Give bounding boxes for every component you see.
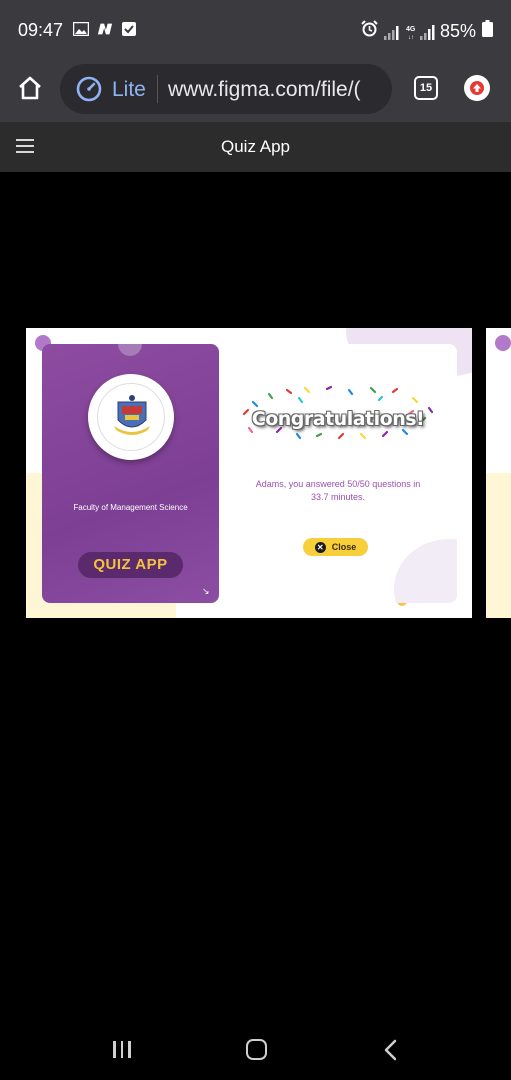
background-shape (486, 473, 511, 618)
figma-header: Quiz App (0, 122, 511, 172)
url-divider (157, 75, 158, 103)
svg-text:4G: 4G (406, 26, 416, 33)
status-time: 09:47 (18, 20, 64, 40)
crest-icon (114, 395, 150, 435)
4g-signal-icon: 4G ↓↑ (406, 24, 435, 41)
card-blob (394, 539, 457, 603)
browser-toolbar: Lite www.figma.com/file/( 15 (0, 58, 511, 122)
recents-button[interactable] (113, 1041, 131, 1058)
notification-icons (73, 21, 137, 37)
result-card: Congratulations! Adams, you answered 50/… (219, 344, 457, 603)
close-button[interactable]: ✕ Close (303, 538, 368, 556)
address-bar[interactable]: Lite www.figma.com/file/( (60, 64, 392, 114)
system-status-icons: 4G ↓↑ 85% (361, 20, 493, 42)
faculty-logo (88, 374, 174, 460)
home-button[interactable] (16, 74, 44, 102)
app-badge: QUIZ APP (78, 552, 183, 578)
status-bar: 09:47 4G ↓↑ 85% (0, 0, 511, 58)
close-icon: ✕ (314, 541, 326, 553)
faculty-name: Faculty of Management Science (73, 503, 188, 512)
congratulations-heading: Congratulations! (251, 408, 425, 430)
battery-icon (482, 20, 493, 42)
battery-level: 85% (439, 20, 476, 41)
update-arrow-icon (470, 81, 484, 95)
prototype-frame: Faculty of Management Science QUIZ APP ↘ (26, 328, 472, 618)
tabs-button[interactable]: 15 (414, 76, 438, 100)
next-prototype-frame[interactable] (486, 328, 511, 618)
lite-mode-icon (76, 76, 102, 102)
browser-menu-button[interactable] (464, 75, 490, 101)
image-icon (73, 21, 89, 37)
back-button[interactable] (381, 1039, 401, 1061)
url-text[interactable]: www.figma.com/file/( (168, 78, 361, 102)
n-app-icon (97, 21, 113, 37)
signal-icon (383, 24, 400, 40)
page-title: Quiz App (221, 137, 290, 156)
close-label: Close (331, 542, 357, 552)
back-arrow-icon (384, 1039, 397, 1061)
panel-notch (118, 344, 142, 356)
check-box-icon (121, 21, 137, 37)
expand-icon[interactable]: ↘ (202, 586, 210, 597)
result-message: Adams, you answered 50/50 questions in 3… (255, 479, 421, 502)
logo-emblem (97, 383, 165, 451)
lite-label: Lite (112, 78, 146, 101)
alarm-icon (361, 20, 378, 42)
home-nav-button[interactable] (246, 1039, 267, 1060)
svg-text:↓↑: ↓↑ (408, 35, 414, 40)
branding-panel: Faculty of Management Science QUIZ APP ↘ (42, 344, 219, 603)
home-icon (19, 76, 41, 100)
navigation-bar (0, 1020, 511, 1080)
decorative-dot (495, 335, 511, 351)
